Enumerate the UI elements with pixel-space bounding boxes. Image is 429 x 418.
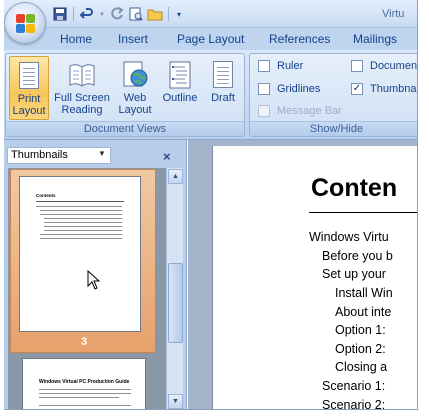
folder-icon[interactable] bbox=[147, 6, 163, 22]
print-layout-label-1: Print bbox=[17, 93, 41, 105]
tab-page-layout[interactable]: Page Layout bbox=[177, 32, 244, 46]
gridlines-checkbox-row[interactable]: Gridlines bbox=[258, 83, 320, 95]
message-bar-label: Message Bar bbox=[277, 105, 342, 117]
window-title: Virtu bbox=[382, 8, 405, 20]
mouse-cursor-icon bbox=[87, 270, 101, 290]
print-layout-button[interactable]: Print Layout bbox=[9, 56, 49, 120]
toc-entry[interactable]: Scenario 1: bbox=[322, 379, 385, 393]
scrollbar-thumb[interactable] bbox=[168, 263, 183, 343]
ruler-checkbox-row[interactable]: Ruler bbox=[258, 60, 303, 72]
undo-icon[interactable] bbox=[79, 6, 95, 22]
document-views-label: Document Views bbox=[6, 121, 244, 136]
draft-label: Draft bbox=[211, 92, 235, 104]
web-layout-button[interactable]: Web Layout bbox=[114, 56, 156, 120]
chevron-down-icon[interactable]: ▼ bbox=[96, 149, 108, 162]
document-area: Conten Windows Virtu Before you b Set up… bbox=[188, 140, 417, 409]
ribbon: Print Layout Full Screen Reading Web Lay… bbox=[4, 50, 417, 140]
show-hide-group: Ruler Gridlines Message Bar Documen ✓ Th… bbox=[249, 53, 417, 137]
quick-access-toolbar: ▾ ▾ bbox=[52, 5, 184, 23]
toc-entry[interactable]: Scenario 2: bbox=[322, 398, 385, 409]
ruler-checkbox[interactable] bbox=[258, 60, 270, 72]
web-layout-label-2: Layout bbox=[118, 104, 152, 116]
toolbar-separator bbox=[168, 7, 169, 21]
thumbnails-checkbox[interactable]: ✓ bbox=[351, 83, 363, 95]
message-bar-checkbox bbox=[258, 105, 270, 117]
office-logo-icon bbox=[16, 14, 36, 34]
ruler-label: Ruler bbox=[277, 60, 304, 72]
document-heading: Conten bbox=[311, 174, 398, 202]
toc-entry[interactable]: Closing a bbox=[335, 360, 387, 374]
gridlines-checkbox[interactable] bbox=[258, 83, 270, 95]
document-map-label: Documen bbox=[370, 60, 418, 72]
tab-mailings[interactable]: Mailings bbox=[353, 32, 397, 46]
outline-button[interactable]: Outline bbox=[158, 56, 202, 120]
show-hide-label: Show/Hide bbox=[250, 121, 417, 136]
thumbnails-pane: Thumbnails ▼ × Contents 3 Windows Virtua… bbox=[4, 140, 187, 409]
web-layout-label-1: Web bbox=[123, 92, 147, 104]
web-layout-icon bbox=[120, 60, 150, 90]
close-icon[interactable]: × bbox=[163, 149, 171, 164]
word-window: ▾ ▾ Virtu Home Insert Page Layout Refere… bbox=[4, 0, 418, 410]
draft-icon bbox=[208, 60, 238, 90]
thumbnail-page-4[interactable]: Windows Virtual PC Production Guide bbox=[22, 358, 146, 409]
toc-entry[interactable]: Set up your bbox=[322, 267, 386, 281]
print-layout-icon bbox=[14, 61, 44, 91]
thumbnail-list: Contents 3 Windows Virtual PC Production bbox=[8, 168, 166, 409]
outline-icon bbox=[165, 60, 195, 90]
full-screen-reading-button[interactable]: Full Screen Reading bbox=[52, 56, 112, 120]
pane-view-select-value: Thumbnails bbox=[11, 149, 68, 161]
heading-rule bbox=[309, 212, 417, 213]
thumbnails-checkbox-row[interactable]: ✓ Thumbna bbox=[351, 83, 416, 95]
document-views-group: Print Layout Full Screen Reading Web Lay… bbox=[5, 53, 245, 137]
undo-dropdown-icon[interactable]: ▾ bbox=[98, 6, 106, 22]
full-screen-reading-label-1: Full Screen bbox=[54, 92, 110, 104]
document-page[interactable]: Conten Windows Virtu Before you b Set up… bbox=[212, 146, 417, 409]
scroll-down-icon[interactable]: ▼ bbox=[168, 394, 183, 409]
thumbnail-scrollbar[interactable]: ▲ ▼ bbox=[166, 168, 183, 409]
message-bar-checkbox-row: Message Bar bbox=[258, 105, 342, 117]
full-screen-reading-icon bbox=[67, 60, 97, 90]
pane-view-select[interactable]: Thumbnails ▼ bbox=[7, 147, 111, 164]
full-screen-reading-label-2: Reading bbox=[61, 104, 103, 116]
thumbnail-page-number: 3 bbox=[80, 336, 88, 348]
office-button[interactable] bbox=[4, 2, 46, 44]
customize-dropdown-icon[interactable]: ▾ bbox=[174, 6, 184, 22]
toc-entry[interactable]: Install Win bbox=[335, 286, 393, 300]
print-preview-icon[interactable] bbox=[128, 6, 144, 22]
thumbnail-page-heading: Contents bbox=[36, 193, 56, 198]
ribbon-tabs: Home Insert Page Layout References Maili… bbox=[4, 28, 417, 50]
toolbar-separator bbox=[73, 7, 74, 21]
outline-label: Outline bbox=[162, 92, 198, 104]
thumbnail-page-heading: Windows Virtual PC Production Guide bbox=[39, 379, 130, 385]
pane-header: Thumbnails ▼ × bbox=[4, 144, 187, 166]
gridlines-label: Gridlines bbox=[277, 83, 321, 95]
toc-entry[interactable]: Before you b bbox=[322, 249, 393, 263]
tab-home[interactable]: Home bbox=[60, 32, 92, 46]
document-map-checkbox[interactable] bbox=[351, 60, 363, 72]
redo-icon[interactable] bbox=[109, 6, 125, 22]
save-icon[interactable] bbox=[52, 6, 68, 22]
thumbnail-page-3[interactable]: Contents bbox=[19, 176, 141, 332]
scroll-up-icon[interactable]: ▲ bbox=[168, 169, 183, 184]
toc-entry[interactable]: Option 2: bbox=[335, 342, 386, 356]
draft-button[interactable]: Draft bbox=[204, 56, 242, 120]
thumbnails-label: Thumbna bbox=[370, 83, 417, 95]
toc-entry[interactable]: Option 1: bbox=[335, 323, 386, 337]
toc-entry[interactable]: Windows Virtu bbox=[309, 230, 389, 244]
toc-entry[interactable]: About inte bbox=[335, 305, 391, 319]
document-map-checkbox-row[interactable]: Documen bbox=[351, 60, 417, 72]
tab-references[interactable]: References bbox=[269, 32, 330, 46]
thumbnail-selected-highlight[interactable]: Contents 3 bbox=[10, 169, 156, 353]
print-layout-label-2: Layout bbox=[12, 105, 46, 117]
tab-insert[interactable]: Insert bbox=[118, 32, 148, 46]
title-bar: ▾ ▾ Virtu bbox=[4, 0, 417, 28]
